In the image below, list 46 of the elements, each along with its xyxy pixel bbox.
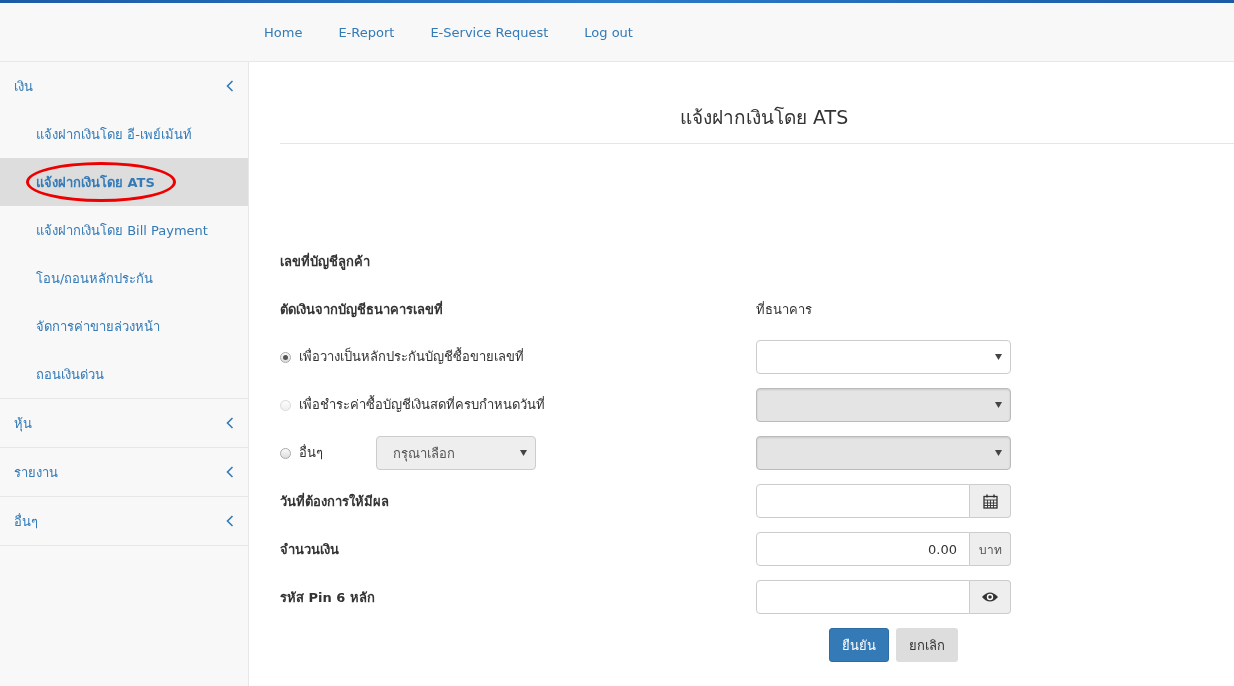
dropdown-caret-icon — [520, 450, 527, 456]
date-input-field[interactable] — [756, 484, 970, 518]
bank-select-field[interactable] — [756, 340, 1011, 374]
chevron-left-icon[interactable] — [226, 417, 234, 429]
calendar-button[interactable] — [970, 484, 1011, 518]
confirm-button[interactable]: ยืนยัน — [829, 628, 889, 662]
nav-link[interactable]: E-Report — [338, 24, 395, 40]
field-label: เลขที่บัญชีลูกค้า — [280, 251, 371, 272]
dropdown-caret-icon — [995, 354, 1002, 360]
field-label: ที่ธนาคาร — [756, 300, 813, 319]
sidebar-item[interactable]: แจ้งฝากเงินโดย อี-เพย์เม้นท์ — [0, 110, 248, 158]
sidebar-group-label[interactable]: หุ้น — [14, 412, 32, 434]
select-field[interactable]: กรุณาเลือก — [376, 436, 536, 470]
radio-label: เพื่อชำระค่าซื้อบัญชีเงินสดที่ครบกำหนดวันที่ — [299, 394, 545, 414]
sidebar-group-label[interactable]: รายงาน — [14, 461, 58, 483]
sidebar-item[interactable]: จัดการค่าขายล่วงหน้า — [0, 302, 248, 350]
chevron-left-icon[interactable] — [226, 515, 234, 527]
chevron-left-icon[interactable] — [226, 80, 234, 92]
show-pin-button[interactable] — [970, 580, 1011, 614]
radio-button[interactable] — [280, 351, 291, 363]
radio-label: เพื่อวางเป็นหลักประกันบัญชีซื้อขายเลขที่ — [299, 346, 524, 366]
field-label: ตัดเงินจากบัญชีธนาคารเลขที่ — [280, 299, 444, 320]
eye-icon — [981, 591, 999, 603]
cancel-button[interactable]: ยกเลิก — [896, 628, 958, 662]
unit-label: บาท — [970, 532, 1011, 566]
chevron-left-icon[interactable] — [226, 466, 234, 478]
field-label: จำนวนเงิน — [280, 540, 340, 559]
dropdown-caret-icon — [995, 402, 1002, 408]
radio-label: อื่นๆ — [299, 443, 324, 462]
sidebar-item[interactable]: แจ้งฝากเงินโดย ATS — [0, 158, 248, 206]
nav-link[interactable]: E-Service Request — [430, 24, 549, 40]
sidebar-item[interactable]: ถอนเงินด่วน — [0, 350, 248, 398]
field-label: รหัส Pin 6 หลัก — [280, 588, 376, 607]
sidebar-item[interactable]: แจ้งฝากเงินโดย Bill Payment — [0, 206, 248, 254]
page-title: แจ้งฝากเงินโดย ATS — [679, 105, 850, 130]
nav-link[interactable]: Home — [264, 24, 303, 40]
field-label: วันที่ต้องการให้มีผล — [280, 491, 390, 511]
dropdown-caret-icon — [995, 450, 1002, 456]
sidebar-item[interactable]: โอน/ถอนหลักประกัน — [0, 254, 248, 302]
radio-button[interactable] — [280, 447, 291, 459]
pin-input-field[interactable] — [756, 580, 970, 614]
calendar-icon — [982, 493, 998, 509]
amount-input-field[interactable]: 0.00 — [756, 532, 970, 566]
sidebar-group-label[interactable]: อื่นๆ — [14, 510, 38, 532]
sidebar-group-label[interactable]: เงิน — [14, 75, 33, 97]
nav-link[interactable]: Log out — [584, 24, 633, 40]
